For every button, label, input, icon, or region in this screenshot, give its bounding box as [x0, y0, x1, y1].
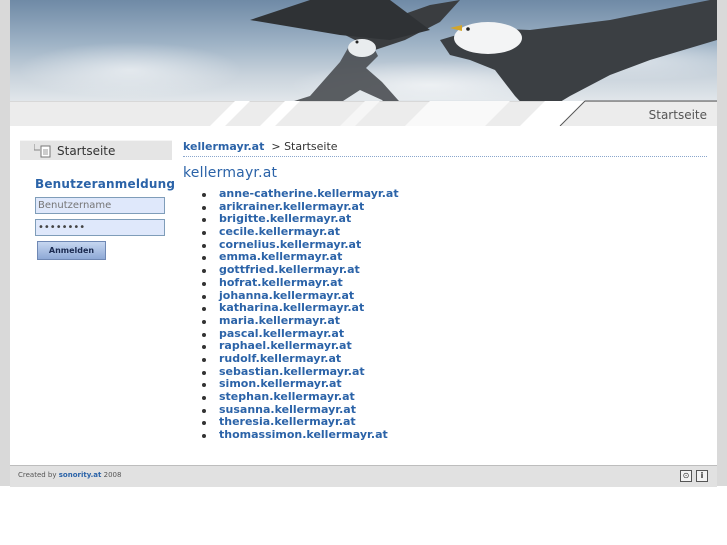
subdomain-link[interactable]: arikrainer.kellermayr.at	[219, 200, 364, 213]
subdomain-link[interactable]: katharina.kellermayr.at	[219, 301, 364, 314]
breadcrumb: kellermayr.at > Startseite	[183, 140, 707, 157]
header-banner: Startseite	[10, 0, 717, 126]
subdomain-link[interactable]: theresia.kellermayr.at	[219, 415, 356, 429]
login-button[interactable]: Anmelden	[37, 241, 106, 260]
bullet-icon	[202, 307, 206, 312]
subdomain-link[interactable]: cecile.kellermayr.at	[219, 225, 340, 238]
bullet-icon	[202, 231, 206, 236]
bullet-icon	[202, 281, 206, 286]
list-item: thomassimon.kellermayr.at	[198, 428, 399, 442]
breadcrumb-separator: >	[271, 140, 281, 153]
stripe-decoration	[210, 100, 717, 126]
sidebar-item-startseite[interactable]: Startseite	[20, 140, 172, 160]
bullet-icon	[202, 294, 206, 299]
page: Startseite Startseite Benutzeranmeldung …	[10, 0, 717, 487]
footer-year: 2008	[103, 471, 122, 479]
bullet-icon	[202, 357, 206, 362]
bullet-icon	[202, 243, 206, 248]
print-icon[interactable]: ⊙	[680, 470, 692, 482]
password-field[interactable]	[35, 219, 165, 236]
bullet-icon	[202, 396, 206, 400]
footer: Created by sonority.at 2008 ⊙ i	[10, 465, 717, 487]
login-heading: Benutzeranmeldung	[35, 177, 176, 191]
banner-page-label: Startseite	[648, 108, 707, 122]
footer-created-by: Created by	[18, 471, 57, 479]
subdomain-link[interactable]: maria.kellermayr.at	[219, 314, 340, 327]
bullet-icon	[202, 370, 206, 375]
subdomain-link[interactable]: gottfried.kellermayr.at	[219, 263, 360, 276]
bullet-icon	[202, 218, 206, 223]
footer-credit: Created by sonority.at 2008	[18, 471, 121, 479]
footer-company-link[interactable]: sonority.at	[59, 471, 102, 479]
subdomain-link[interactable]: rudolf.kellermayr.at	[219, 352, 341, 365]
subdomain-list: anne-catherine.kellermayr.at arikrainer.…	[198, 187, 399, 442]
subdomain-link[interactable]: raphael.kellermayr.at	[219, 339, 352, 352]
subdomain-link[interactable]: stephan.kellermayr.at	[219, 390, 355, 403]
subdomain-link[interactable]: cornelius.kellermayr.at	[219, 238, 361, 251]
subdomain-link[interactable]: johanna.kellermayr.at	[219, 289, 354, 302]
bullet-icon	[202, 383, 206, 388]
page-title: kellermayr.at	[183, 165, 278, 181]
bullet-icon	[202, 256, 206, 261]
info-icon[interactable]: i	[696, 470, 708, 482]
subdomain-link[interactable]: simon.kellermayr.at	[219, 377, 342, 390]
subdomain-link[interactable]: anne-catherine.kellermayr.at	[219, 187, 399, 200]
subdomain-link[interactable]: thomassimon.kellermayr.at	[219, 428, 388, 441]
bullet-icon	[202, 434, 206, 439]
subdomain-link[interactable]: brigitte.kellermayr.at	[219, 212, 351, 226]
page-icon	[34, 144, 51, 158]
subdomain-link[interactable]: pascal.kellermayr.at	[219, 327, 344, 340]
bullet-icon	[202, 332, 206, 337]
bullet-icon	[202, 193, 206, 197]
breadcrumb-current: Startseite	[284, 140, 338, 153]
bullet-icon	[202, 408, 206, 413]
username-input[interactable]	[35, 197, 165, 214]
bullet-icon	[202, 319, 206, 324]
sidebar-item-label: Startseite	[57, 144, 116, 158]
bullet-icon	[202, 269, 206, 274]
subdomain-link[interactable]: sebastian.kellermayr.at	[219, 365, 365, 378]
bullet-icon	[202, 205, 206, 210]
breadcrumb-home-link[interactable]: kellermayr.at	[183, 140, 264, 153]
subdomain-link[interactable]: hofrat.kellermayr.at	[219, 276, 343, 289]
subdomain-link[interactable]: susanna.kellermayr.at	[219, 403, 356, 416]
bullet-icon	[202, 421, 206, 426]
bullet-icon	[202, 345, 206, 350]
subdomain-link[interactable]: emma.kellermayr.at	[219, 250, 342, 264]
